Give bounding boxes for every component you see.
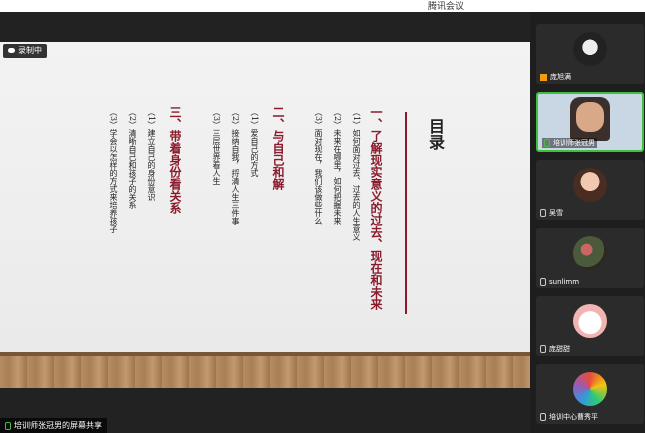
participant-name: 培训师张冠男 [553, 139, 595, 147]
participant-tile[interactable]: 吴雪 [536, 160, 644, 220]
section-2-item-3: （3）三层世界看人生 [212, 108, 221, 186]
app-title: 腾讯会议 [428, 2, 465, 12]
participant-tile[interactable]: 培训中心曹秀平 [536, 364, 644, 424]
participant-name: 庞甜甜 [549, 345, 570, 353]
mic-icon [540, 345, 546, 353]
avatar [573, 372, 607, 406]
screen-share-label: 培训师张冠男的屏幕共享 [0, 418, 107, 433]
slide-wrapper [0, 12, 530, 388]
cloud-record-icon [8, 48, 15, 53]
participant-name: sunlimm [549, 278, 580, 286]
section-heading-1: 一、了解现实意义的过去、现在和未来 [369, 106, 383, 310]
mic-icon [540, 413, 546, 421]
mic-icon [5, 421, 11, 430]
participant-tile-active[interactable]: 培训师张冠男 [536, 92, 644, 152]
section-1-item-2: （2）未来在哪里，如何把握未来 [333, 108, 342, 226]
avatar [573, 304, 607, 338]
participant-tile[interactable]: sunlimm [536, 228, 644, 288]
section-3-item-1: （1）建立自己的身份意识 [147, 108, 156, 202]
avatar [573, 32, 607, 66]
section-3-item-3: （3）学会以怎样的方式来培养孩子 [109, 108, 118, 234]
mic-icon [544, 139, 550, 147]
slide [0, 42, 530, 388]
screen-share-text: 培训师张冠男的屏幕共享 [14, 421, 102, 430]
section-2-item-1: （1）爱自己的方式 [250, 108, 259, 178]
slide-divider [405, 112, 407, 314]
mic-icon [540, 278, 546, 286]
participant-name: 吴雪 [549, 209, 563, 217]
section-3-item-2: （2）清晰自己和孩子的关系 [128, 108, 137, 210]
title-bar: 腾讯会议 [0, 0, 645, 12]
avatar [573, 168, 607, 202]
participant-tile[interactable]: 庞甜甜 [536, 296, 644, 356]
participant-tile[interactable]: 庞旭满 [536, 24, 644, 84]
recording-badge[interactable]: 录制中 [3, 44, 47, 58]
recording-label: 录制中 [18, 46, 42, 55]
participant-name: 庞旭满 [550, 73, 571, 81]
section-heading-3: 三、带着身份看关系 [168, 106, 182, 214]
slide-title: 目录 [426, 118, 445, 150]
section-1-item-1: （1）如何面对过去、过去的人生意义 [352, 108, 361, 242]
section-heading-2: 二、与自己和解 [271, 106, 285, 190]
slide-floor-decoration [0, 352, 530, 388]
avatar [573, 236, 607, 270]
section-1-item-3: （3）面对现在，我们该做些什么 [314, 108, 323, 226]
user-badge-icon [540, 73, 547, 81]
section-2-item-2: （2）接纳自我，捋清人生三件事 [231, 108, 240, 226]
video-face [576, 102, 604, 132]
participant-name: 培训中心曹秀平 [549, 413, 598, 421]
mic-icon [540, 209, 546, 217]
